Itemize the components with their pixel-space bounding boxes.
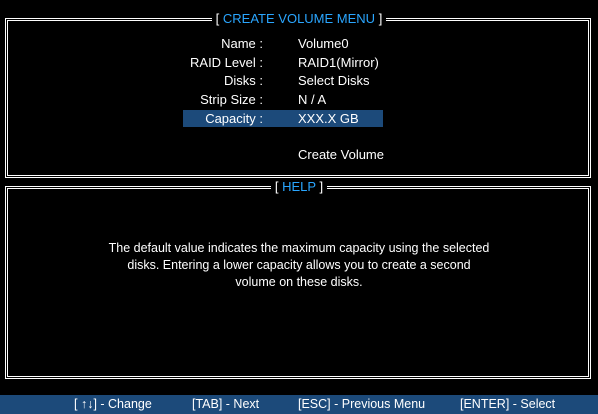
capacity-label: Capacity : xyxy=(205,111,263,126)
raid-level-value[interactable]: RAID1(Mirror) xyxy=(298,55,379,70)
disks-label: Disks : xyxy=(224,73,263,88)
key-help-bar: [ ↑↓] - Change [TAB] - Next [ESC] - Prev… xyxy=(0,395,598,414)
create-volume-button[interactable]: Create Volume xyxy=(298,147,384,162)
menu-title: [ CREATE VOLUME MENU ] xyxy=(0,11,598,26)
raid-level-label: RAID Level : xyxy=(190,55,263,70)
select-key-hint: [ENTER] - Select xyxy=(460,397,556,411)
help-line: volume on these disks. xyxy=(235,275,363,289)
help-title-bracket-close: ] xyxy=(319,179,324,194)
strip-size-label: Strip Size : xyxy=(200,92,263,107)
strip-size-value[interactable]: N / A xyxy=(298,92,326,107)
menu-title-bracket-open: [ xyxy=(215,11,220,26)
help-text: The default value indicates the maximum … xyxy=(60,240,538,291)
change-key-hint: [ ↑↓] - Change xyxy=(74,397,152,411)
next-key-hint: [TAB] - Next xyxy=(192,397,260,411)
help-title-text: HELP xyxy=(282,179,316,194)
disks-value[interactable]: Select Disks xyxy=(298,73,370,88)
help-title-bracket-open: [ xyxy=(274,179,279,194)
help-line: disks. Entering a lower capacity allows … xyxy=(127,258,471,272)
name-label: Name : xyxy=(221,36,263,51)
menu-title-bracket-close: ] xyxy=(378,11,383,26)
help-line: The default value indicates the maximum … xyxy=(108,241,490,255)
menu-title-text: CREATE VOLUME MENU xyxy=(222,11,376,26)
help-title: [ HELP ] xyxy=(0,179,598,194)
previous-menu-key-hint: [ESC] - Previous Menu xyxy=(298,397,426,411)
capacity-value[interactable]: XXX.X GB xyxy=(298,111,359,126)
name-value[interactable]: Volume0 xyxy=(298,36,349,51)
